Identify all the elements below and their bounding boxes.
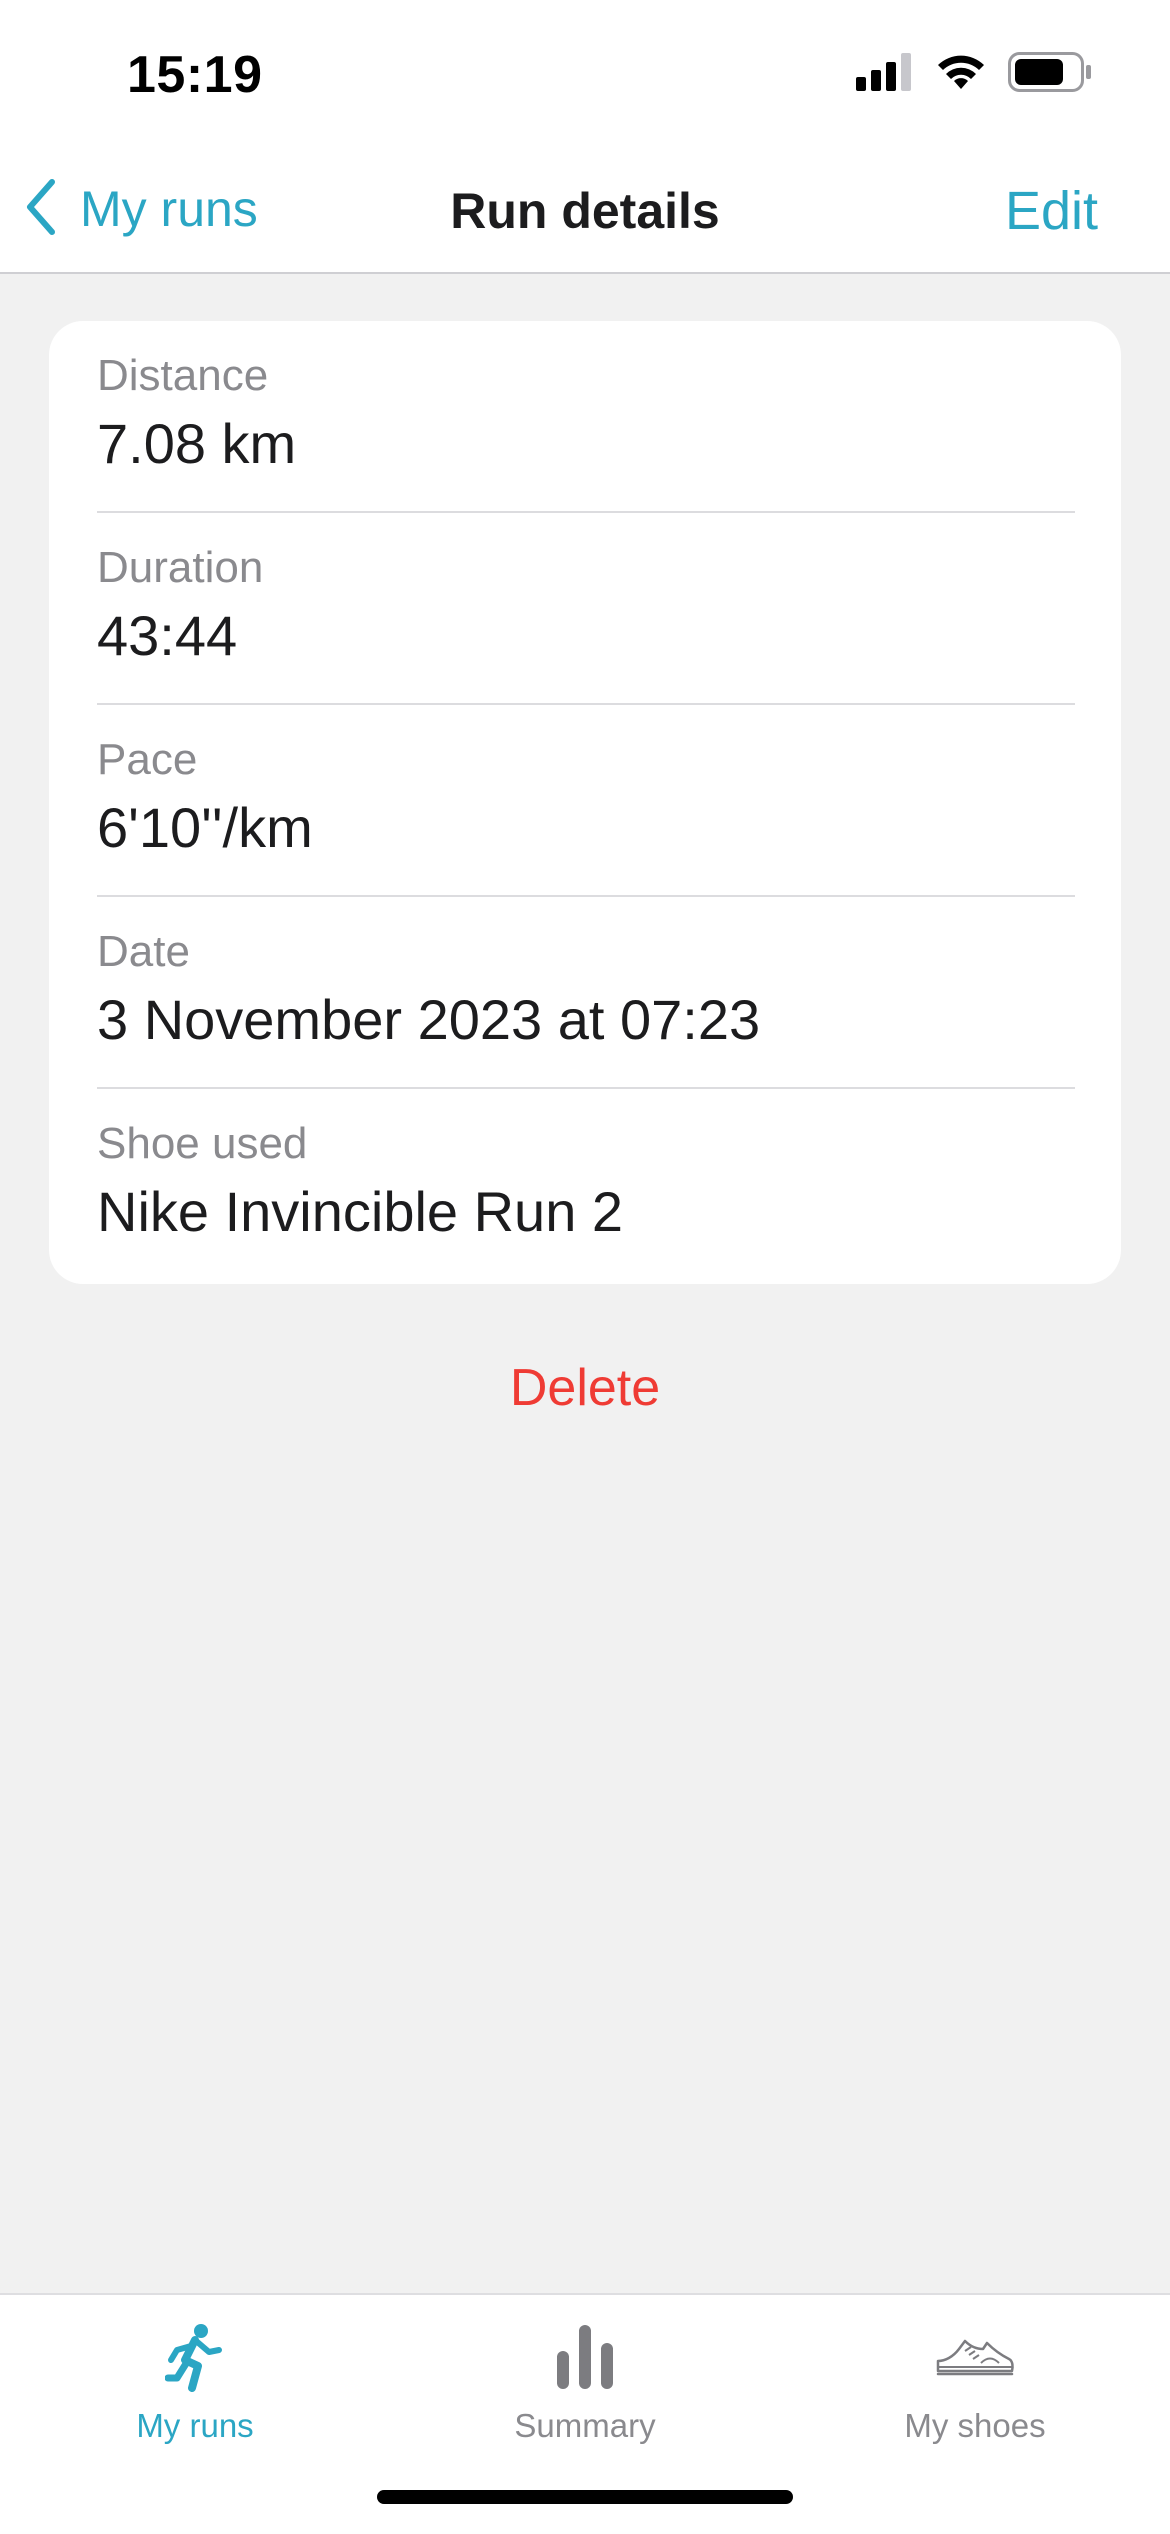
run-details-card: Distance 7.08 km Duration 43:44 Pace 6'1… (49, 321, 1121, 1284)
detail-row-date: Date 3 November 2023 at 07:23 (97, 897, 1075, 1089)
runner-icon (164, 2322, 225, 2397)
duration-value: 43:44 (97, 604, 238, 667)
delete-button[interactable]: Delete (0, 1358, 1170, 1418)
date-label: Date (97, 927, 190, 976)
detail-row-pace: Pace 6'10''/km (97, 705, 1075, 897)
battery-icon (1008, 52, 1092, 97)
tab-summary-label: Summary (514, 2407, 656, 2444)
back-button[interactable]: My runs (24, 174, 258, 244)
tab-my-shoes[interactable]: My shoes (780, 2295, 1170, 2455)
duration-label: Duration (97, 543, 264, 592)
detail-row-duration: Duration 43:44 (97, 513, 1075, 705)
tab-my-runs[interactable]: My runs (0, 2295, 390, 2455)
chevron-left-icon (24, 178, 58, 241)
pace-label: Pace (97, 735, 198, 784)
tab-my-shoes-label: My shoes (904, 2407, 1046, 2444)
date-value: 3 November 2023 at 07:23 (97, 988, 761, 1051)
status-icons (856, 52, 1092, 97)
detail-row-shoe: Shoe used Nike Invincible Run 2 (97, 1089, 1075, 1281)
wifi-icon (936, 53, 986, 96)
distance-value: 7.08 km (97, 412, 297, 475)
tab-my-runs-label: My runs (136, 2407, 254, 2444)
shoe-label: Shoe used (97, 1119, 308, 1168)
navigation-bar: My runs Run details Edit (0, 150, 1170, 274)
home-indicator[interactable] (377, 2490, 793, 2504)
back-label: My runs (80, 181, 258, 237)
sneaker-icon (935, 2337, 1015, 2382)
distance-label: Distance (97, 351, 269, 400)
cellular-signal-icon (856, 53, 914, 96)
tab-summary[interactable]: Summary (390, 2295, 780, 2455)
status-bar: 15:19 (0, 0, 1170, 150)
bar-chart-icon (555, 2324, 615, 2394)
detail-row-distance: Distance 7.08 km (97, 321, 1075, 513)
pace-value: 6'10''/km (97, 796, 313, 859)
edit-button[interactable]: Edit (1005, 180, 1098, 242)
shoe-value: Nike Invincible Run 2 (97, 1180, 624, 1243)
status-time: 15:19 (127, 46, 263, 104)
